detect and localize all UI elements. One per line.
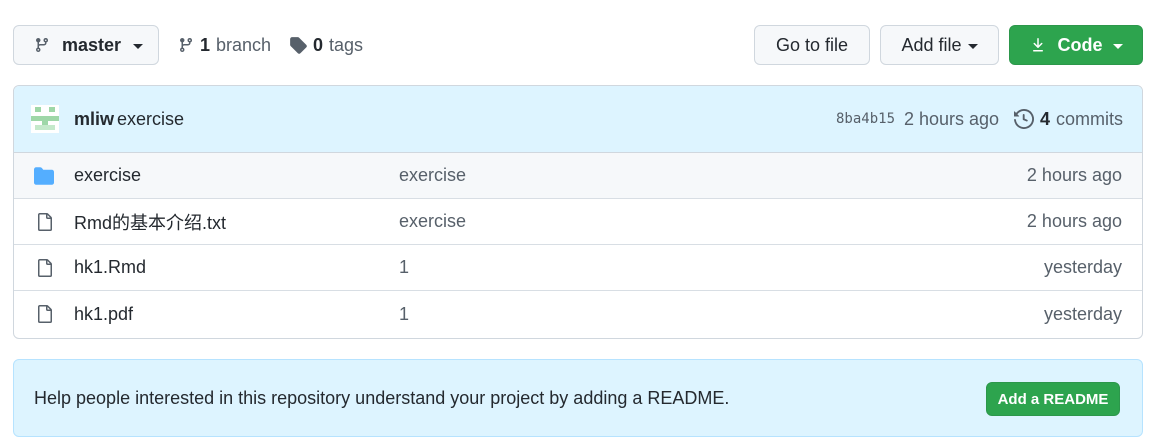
latest-commit-bar: mliw exercise 8ba4b15 2 hours ago 4 comm…	[14, 86, 1142, 153]
file-time: yesterday	[1043, 257, 1122, 277]
commit-time: 2 hours ago	[904, 108, 1000, 129]
file-icon	[38, 305, 52, 323]
download-icon	[1032, 38, 1043, 52]
tags-count: 0	[313, 34, 324, 55]
commit-message[interactable]: exercise	[117, 109, 184, 130]
file-name[interactable]: hk1.pdf	[74, 304, 133, 325]
tags-link[interactable]: 0 tags	[289, 25, 363, 65]
add-readme-label: Add a README	[997, 390, 1109, 408]
folder-icon	[34, 167, 54, 185]
commits-label: commits	[1056, 108, 1124, 129]
repo-toolbar: master 1 branch 0 tags Go to file Add fi…	[13, 25, 1143, 65]
file-time: 2 hours ago	[1026, 211, 1122, 231]
file-row[interactable]: Rmd的基本介绍.txt exercise 2 hours ago	[14, 199, 1142, 245]
history-icon	[1014, 109, 1034, 129]
file-commit-message[interactable]: exercise	[399, 211, 466, 232]
branches-label: branch	[216, 34, 272, 55]
file-row[interactable]: exercise exercise 2 hours ago	[14, 153, 1142, 199]
code-label: Code	[1057, 34, 1103, 55]
commits-count: 4	[1040, 108, 1051, 129]
file-time: yesterday	[1043, 303, 1122, 324]
readme-banner: Help people interested in this repositor…	[13, 359, 1143, 437]
branch-select-button[interactable]: master	[13, 25, 159, 65]
go-to-file-label: Go to file	[775, 34, 849, 55]
code-button[interactable]: Code	[1009, 25, 1143, 65]
branches-count: 1	[200, 34, 211, 55]
chevron-down-icon	[967, 43, 978, 49]
git-branch-icon	[35, 38, 48, 53]
branches-link[interactable]: 1 branch	[178, 25, 271, 65]
file-icon	[38, 259, 52, 277]
file-name[interactable]: exercise	[74, 165, 141, 186]
add-readme-button[interactable]: Add a README	[986, 382, 1120, 416]
tag-icon	[290, 37, 307, 54]
commit-author[interactable]: mliw	[74, 109, 114, 130]
file-row[interactable]: hk1.pdf 1 yesterday	[14, 291, 1142, 337]
file-name[interactable]: Rmd的基本介绍.txt	[74, 209, 226, 235]
readme-banner-text: Help people interested in this repositor…	[34, 388, 730, 408]
go-to-file-button[interactable]: Go to file	[754, 25, 870, 65]
file-commit-message[interactable]: 1	[399, 304, 409, 325]
file-commit-message[interactable]: 1	[399, 257, 409, 278]
chevron-down-icon	[133, 43, 144, 49]
branch-name: master	[62, 34, 122, 55]
file-browser: mliw exercise 8ba4b15 2 hours ago 4 comm…	[13, 85, 1143, 339]
file-row[interactable]: hk1.Rmd 1 yesterday	[14, 245, 1142, 291]
avatar[interactable]	[31, 105, 59, 133]
add-file-label: Add file	[901, 34, 962, 55]
commits-history-link[interactable]: 4 commits	[1014, 109, 1123, 130]
file-name[interactable]: hk1.Rmd	[74, 257, 146, 278]
git-branch-icon	[179, 38, 192, 53]
file-icon	[38, 213, 52, 231]
tags-label: tags	[329, 34, 364, 55]
add-file-button[interactable]: Add file	[880, 25, 999, 65]
file-time: 2 hours ago	[1026, 165, 1122, 185]
commit-sha[interactable]: 8ba4b15	[836, 111, 895, 127]
file-commit-message[interactable]: exercise	[399, 165, 466, 186]
chevron-down-icon	[1112, 43, 1123, 49]
